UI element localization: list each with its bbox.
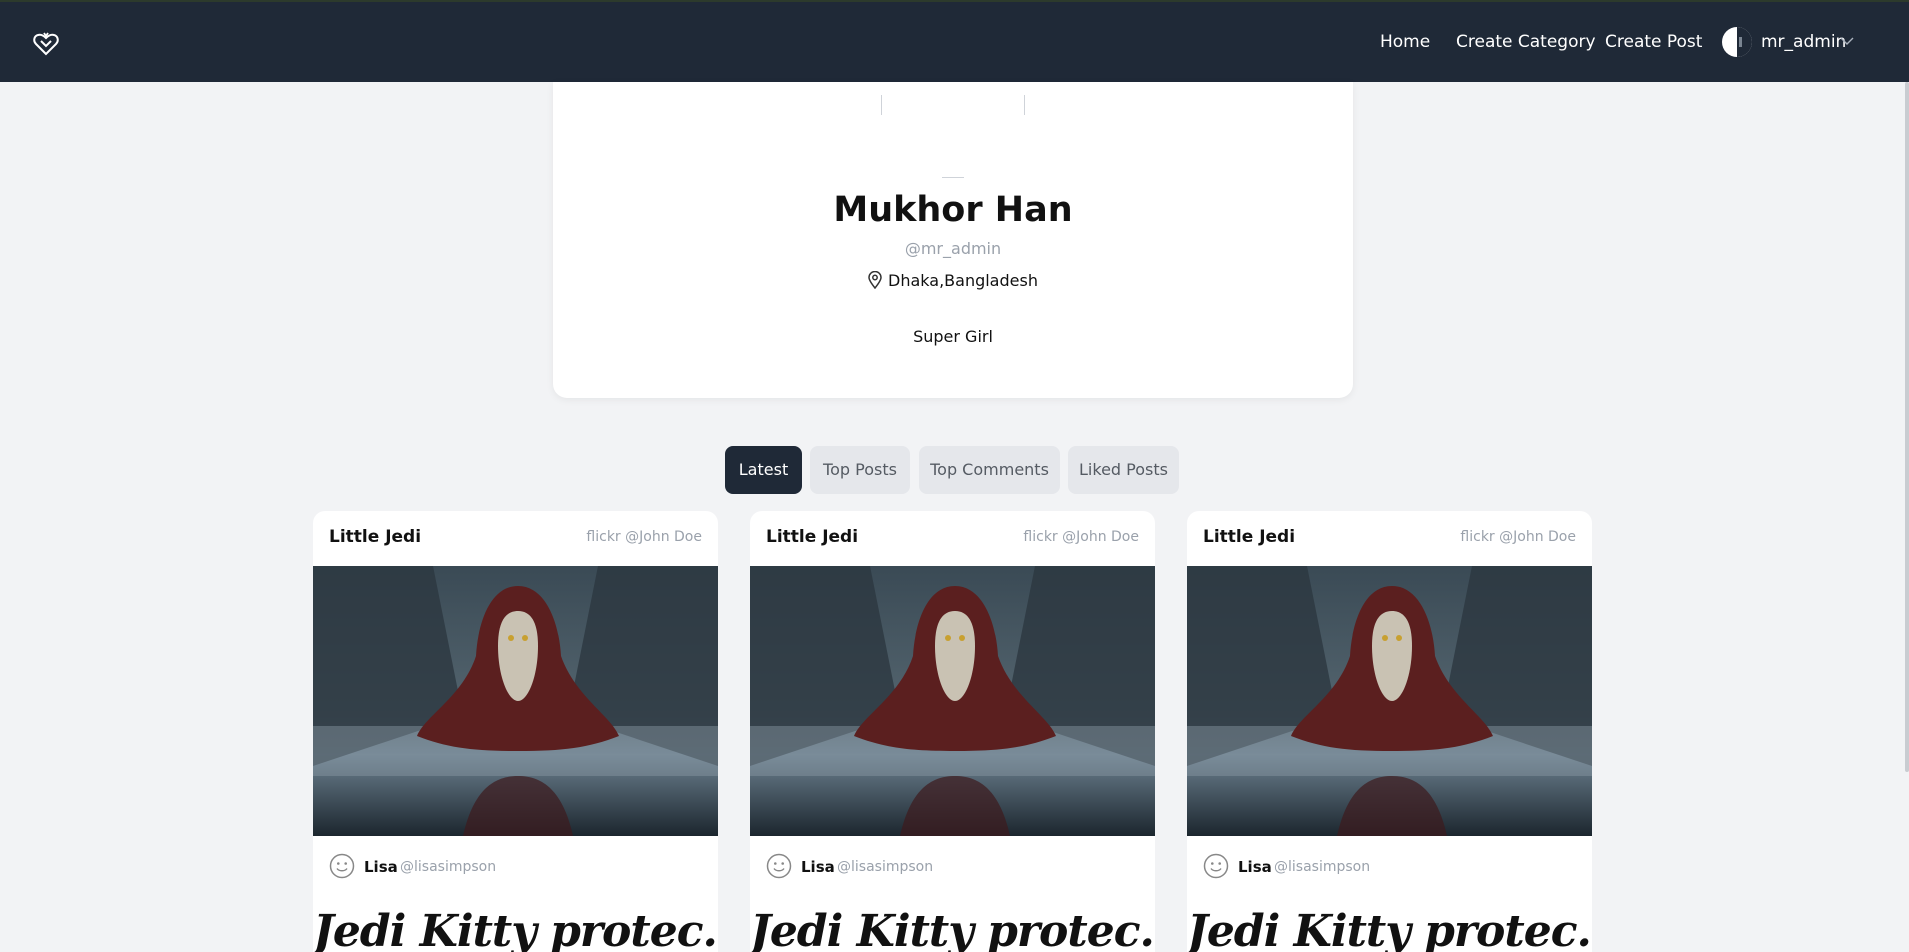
scrollbar-thumb[interactable] xyxy=(1905,82,1909,772)
post-heading[interactable]: Jedi Kitty protec... xyxy=(1187,906,1592,952)
author-handle: @lisasimpson xyxy=(837,859,934,875)
post-card[interactable]: Little Jedi flickr @John Doe Lisa @lisas… xyxy=(750,511,1155,952)
smile-avatar-icon xyxy=(766,853,792,879)
post-image[interactable] xyxy=(1187,566,1592,836)
post-source: flickr @John Doe xyxy=(586,529,702,545)
nav-create-category-link[interactable]: Create Category xyxy=(1456,32,1596,52)
chevron-down-icon[interactable] xyxy=(1840,36,1854,46)
author-name[interactable]: Lisa xyxy=(801,858,835,876)
tab-liked-posts[interactable]: Liked Posts xyxy=(1068,446,1179,494)
user-menu-name[interactable]: mr_admin xyxy=(1761,32,1846,52)
author-handle: @lisasimpson xyxy=(400,859,497,875)
nav-create-post-link[interactable]: Create Post xyxy=(1605,32,1702,52)
tab-latest[interactable]: Latest xyxy=(725,446,802,494)
post-source: flickr @John Doe xyxy=(1023,529,1139,545)
smile-avatar-icon xyxy=(329,853,355,879)
post-heading[interactable]: Jedi Kitty protec... xyxy=(313,906,718,952)
post-source: flickr @John Doe xyxy=(1460,529,1576,545)
profile-location-text: Dhaka,Bangladesh xyxy=(888,271,1038,290)
nav-home-link[interactable]: Home xyxy=(1380,32,1430,52)
smile-avatar-icon xyxy=(1203,853,1229,879)
post-heading[interactable]: Jedi Kitty protec... xyxy=(750,906,1155,952)
top-navbar: Home Create Category Create Post mr_admi… xyxy=(0,2,1909,82)
post-card[interactable]: Little Jedi flickr @John Doe Lisa @lisas… xyxy=(313,511,718,952)
post-title[interactable]: Little Jedi xyxy=(766,527,858,547)
avatar-icon[interactable] xyxy=(1722,27,1752,57)
post-image[interactable] xyxy=(313,566,718,836)
hooded-cat-photo xyxy=(313,566,718,836)
post-title[interactable]: Little Jedi xyxy=(329,527,421,547)
cover-image-edge xyxy=(1024,95,1025,115)
hooded-cat-photo xyxy=(1187,566,1592,836)
hooded-cat-photo xyxy=(750,566,1155,836)
heart-shield-icon[interactable] xyxy=(33,30,59,56)
author-name[interactable]: Lisa xyxy=(1238,858,1272,876)
profile-handle: @mr_admin xyxy=(904,239,1002,258)
profile-name: Mukhor Han xyxy=(833,190,1073,230)
map-pin-icon xyxy=(868,271,882,289)
cover-image-edge xyxy=(881,95,882,115)
profile-avatar-edge xyxy=(942,177,964,178)
post-card[interactable]: Little Jedi flickr @John Doe Lisa @lisas… xyxy=(1187,511,1592,952)
post-title[interactable]: Little Jedi xyxy=(1203,527,1295,547)
author-name[interactable]: Lisa xyxy=(364,858,398,876)
author-handle: @lisasimpson xyxy=(1274,859,1371,875)
tab-top-comments[interactable]: Top Comments xyxy=(919,446,1060,494)
post-image[interactable] xyxy=(750,566,1155,836)
profile-bio: Super Girl xyxy=(913,327,993,346)
tab-top-posts[interactable]: Top Posts xyxy=(810,446,910,494)
profile-location: Dhaka,Bangladesh xyxy=(553,271,1353,290)
